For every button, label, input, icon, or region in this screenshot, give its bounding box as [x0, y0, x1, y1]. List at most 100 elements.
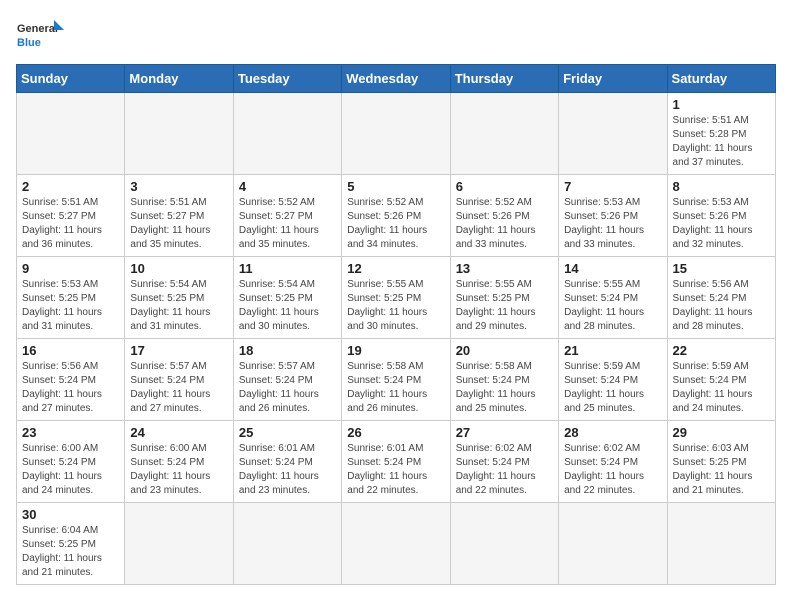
calendar-cell: 15 Sunrise: 5:56 AM Sunset: 5:24 PM Dayli…	[667, 257, 775, 339]
day-number: 14	[564, 261, 661, 276]
day-info: Sunrise: 6:03 AM Sunset: 5:25 PM Dayligh…	[673, 442, 770, 498]
calendar-cell	[342, 93, 450, 175]
calendar-cell: 22Sunrise: 5:59 AM Sunset: 5:24 PM Dayli…	[667, 339, 775, 421]
calendar-cell	[233, 93, 341, 175]
calendar-row: 23 Sunrise: 6:00 AM Sunset: 5:24 PM Dayli…	[17, 421, 776, 503]
weekday-header-friday: Friday	[559, 65, 667, 93]
day-info: Sunrise: 5:53 AM Sunset: 5:26 PM Dayligh…	[673, 196, 770, 252]
calendar-cell	[667, 503, 775, 585]
calendar-cell	[559, 93, 667, 175]
calendar-cell	[125, 93, 233, 175]
day-number: 29	[673, 425, 770, 440]
day-info: Sunrise: 6:01 AM Sunset: 5:24 PM Dayligh…	[239, 442, 336, 498]
calendar-row: 9Sunrise: 5:53 AM Sunset: 5:25 PM Daylig…	[17, 257, 776, 339]
logo-svg: General Blue	[16, 16, 66, 56]
day-number: 15	[673, 261, 770, 276]
day-number: 8	[673, 179, 770, 194]
day-number: 21	[564, 343, 661, 358]
calendar-cell: 7 Sunrise: 5:53 AM Sunset: 5:26 PM Daylig…	[559, 175, 667, 257]
calendar-cell	[17, 93, 125, 175]
day-info: Sunrise: 5:58 AM Sunset: 5:24 PM Dayligh…	[347, 360, 444, 416]
day-number: 4	[239, 179, 336, 194]
calendar-cell: 5 Sunrise: 5:52 AM Sunset: 5:26 PM Daylig…	[342, 175, 450, 257]
day-number: 12	[347, 261, 444, 276]
day-info: Sunrise: 5:53 AM Sunset: 5:26 PM Dayligh…	[564, 196, 661, 252]
day-info: Sunrise: 5:58 AM Sunset: 5:24 PM Dayligh…	[456, 360, 553, 416]
day-number: 6	[456, 179, 553, 194]
day-info: Sunrise: 5:59 AM Sunset: 5:24 PM Dayligh…	[564, 360, 661, 416]
weekday-header-thursday: Thursday	[450, 65, 558, 93]
day-info: Sunrise: 6:04 AM Sunset: 5:25 PM Dayligh…	[22, 524, 119, 580]
calendar-row: 30Sunrise: 6:04 AM Sunset: 5:25 PM Dayli…	[17, 503, 776, 585]
calendar-cell: 20 Sunrise: 5:58 AM Sunset: 5:24 PM Dayli…	[450, 339, 558, 421]
calendar-cell: 13 Sunrise: 5:55 AM Sunset: 5:25 PM Dayli…	[450, 257, 558, 339]
calendar-cell: 24 Sunrise: 6:00 AM Sunset: 5:24 PM Dayli…	[125, 421, 233, 503]
calendar-row: 2Sunrise: 5:51 AM Sunset: 5:27 PM Daylig…	[17, 175, 776, 257]
calendar-cell: 12 Sunrise: 5:55 AM Sunset: 5:25 PM Dayli…	[342, 257, 450, 339]
calendar-cell: 29 Sunrise: 6:03 AM Sunset: 5:25 PM Dayli…	[667, 421, 775, 503]
day-number: 9	[22, 261, 119, 276]
header: General Blue	[16, 16, 776, 56]
day-info: Sunrise: 5:54 AM Sunset: 5:25 PM Dayligh…	[239, 278, 336, 334]
day-number: 17	[130, 343, 227, 358]
calendar-row: 16Sunrise: 5:56 AM Sunset: 5:24 PM Dayli…	[17, 339, 776, 421]
weekday-header-wednesday: Wednesday	[342, 65, 450, 93]
weekday-header-saturday: Saturday	[667, 65, 775, 93]
day-info: Sunrise: 5:55 AM Sunset: 5:25 PM Dayligh…	[456, 278, 553, 334]
calendar-cell	[233, 503, 341, 585]
calendar-cell: 27Sunrise: 6:02 AM Sunset: 5:24 PM Dayli…	[450, 421, 558, 503]
svg-text:General: General	[17, 23, 58, 35]
day-number: 23	[22, 425, 119, 440]
day-number: 5	[347, 179, 444, 194]
day-info: Sunrise: 5:51 AM Sunset: 5:28 PM Dayligh…	[673, 114, 770, 170]
day-info: Sunrise: 5:56 AM Sunset: 5:24 PM Dayligh…	[673, 278, 770, 334]
calendar-cell: 11 Sunrise: 5:54 AM Sunset: 5:25 PM Dayli…	[233, 257, 341, 339]
calendar-cell: 26 Sunrise: 6:01 AM Sunset: 5:24 PM Dayli…	[342, 421, 450, 503]
calendar-cell: 28 Sunrise: 6:02 AM Sunset: 5:24 PM Dayli…	[559, 421, 667, 503]
day-info: Sunrise: 5:55 AM Sunset: 5:25 PM Dayligh…	[347, 278, 444, 334]
day-number: 28	[564, 425, 661, 440]
calendar-cell	[342, 503, 450, 585]
day-number: 22	[673, 343, 770, 358]
day-number: 10	[130, 261, 227, 276]
calendar-cell: 25 Sunrise: 6:01 AM Sunset: 5:24 PM Dayli…	[233, 421, 341, 503]
calendar-cell: 21 Sunrise: 5:59 AM Sunset: 5:24 PM Dayli…	[559, 339, 667, 421]
day-info: Sunrise: 6:00 AM Sunset: 5:24 PM Dayligh…	[22, 442, 119, 498]
day-number: 25	[239, 425, 336, 440]
day-info: Sunrise: 5:52 AM Sunset: 5:27 PM Dayligh…	[239, 196, 336, 252]
calendar-cell	[450, 503, 558, 585]
calendar-cell	[450, 93, 558, 175]
day-number: 16	[22, 343, 119, 358]
calendar-cell: 30Sunrise: 6:04 AM Sunset: 5:25 PM Dayli…	[17, 503, 125, 585]
day-number: 26	[347, 425, 444, 440]
day-info: Sunrise: 6:02 AM Sunset: 5:24 PM Dayligh…	[564, 442, 661, 498]
weekday-header-monday: Monday	[125, 65, 233, 93]
calendar-cell: 2Sunrise: 5:51 AM Sunset: 5:27 PM Daylig…	[17, 175, 125, 257]
day-number: 7	[564, 179, 661, 194]
calendar-cell: 10Sunrise: 5:54 AM Sunset: 5:25 PM Dayli…	[125, 257, 233, 339]
day-info: Sunrise: 5:51 AM Sunset: 5:27 PM Dayligh…	[22, 196, 119, 252]
day-number: 1	[673, 97, 770, 112]
calendar-cell: 6Sunrise: 5:52 AM Sunset: 5:26 PM Daylig…	[450, 175, 558, 257]
day-number: 27	[456, 425, 553, 440]
calendar-cell	[559, 503, 667, 585]
calendar-cell: 3 Sunrise: 5:51 AM Sunset: 5:27 PM Daylig…	[125, 175, 233, 257]
logo: General Blue	[16, 16, 66, 56]
weekday-header-tuesday: Tuesday	[233, 65, 341, 93]
day-info: Sunrise: 5:52 AM Sunset: 5:26 PM Dayligh…	[347, 196, 444, 252]
day-info: Sunrise: 6:01 AM Sunset: 5:24 PM Dayligh…	[347, 442, 444, 498]
day-info: Sunrise: 5:51 AM Sunset: 5:27 PM Dayligh…	[130, 196, 227, 252]
day-number: 24	[130, 425, 227, 440]
day-number: 11	[239, 261, 336, 276]
day-number: 18	[239, 343, 336, 358]
day-number: 3	[130, 179, 227, 194]
svg-text:Blue: Blue	[17, 37, 41, 49]
calendar-cell: 23 Sunrise: 6:00 AM Sunset: 5:24 PM Dayli…	[17, 421, 125, 503]
calendar-cell: 19 Sunrise: 5:58 AM Sunset: 5:24 PM Dayli…	[342, 339, 450, 421]
day-number: 13	[456, 261, 553, 276]
day-info: Sunrise: 6:00 AM Sunset: 5:24 PM Dayligh…	[130, 442, 227, 498]
day-number: 19	[347, 343, 444, 358]
day-number: 20	[456, 343, 553, 358]
day-info: Sunrise: 5:57 AM Sunset: 5:24 PM Dayligh…	[130, 360, 227, 416]
day-info: Sunrise: 5:55 AM Sunset: 5:24 PM Dayligh…	[564, 278, 661, 334]
